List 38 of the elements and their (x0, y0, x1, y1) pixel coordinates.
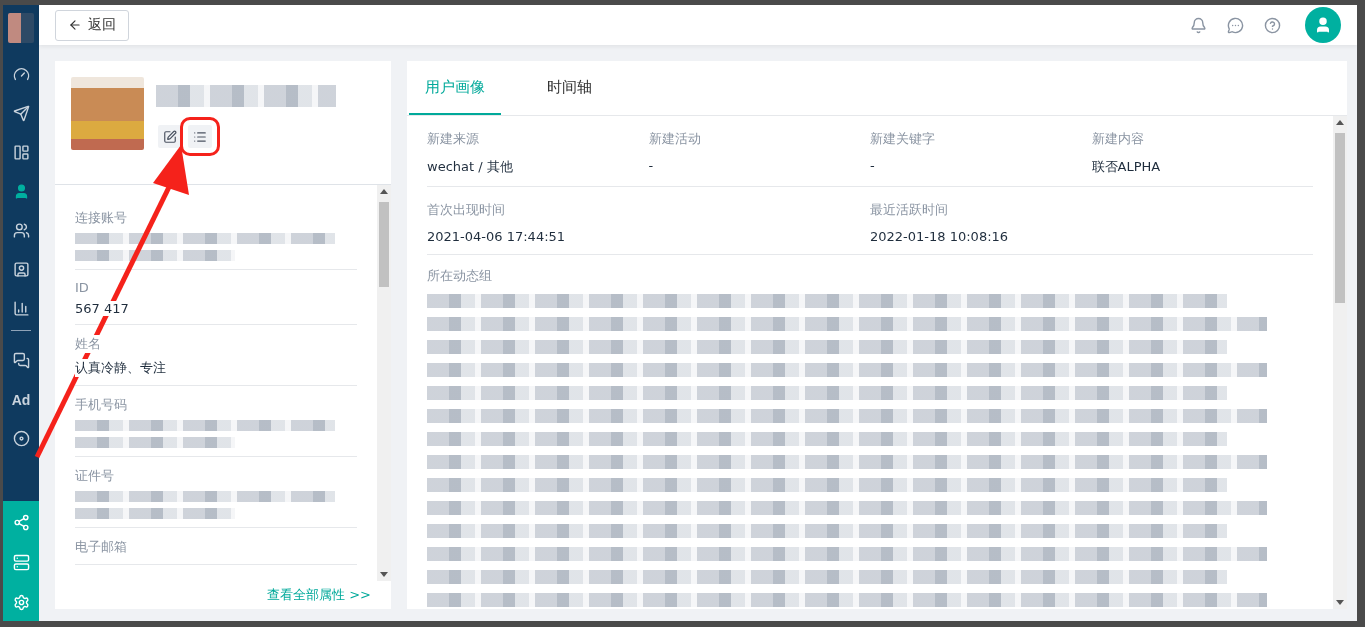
field-label: ID (75, 280, 89, 295)
scrollbar-thumb[interactable] (1335, 133, 1345, 303)
help-icon[interactable] (1264, 16, 1281, 34)
edit-icon (163, 129, 177, 144)
detail-label: 首次出现时间 (427, 201, 505, 219)
detail-value: 2022-01-18 10:08:16 (870, 229, 1009, 244)
chat-bubble-icon[interactable] (1227, 16, 1244, 34)
detail-value: wechat / 其他 (427, 158, 513, 176)
detail-value: 联否ALPHA (1091, 158, 1161, 176)
field-value: 567 417 (75, 301, 129, 316)
edit-button[interactable] (158, 125, 182, 148)
detail-label: 所在动态组 (427, 267, 492, 285)
scroll-up-icon[interactable] (380, 189, 388, 194)
tab[interactable]: 时间轴 (531, 61, 608, 115)
scrollbar[interactable] (1333, 116, 1347, 609)
detail-value: 2021-04-06 17:44:51 (427, 229, 566, 244)
field-label: 姓名 (75, 335, 101, 353)
field-label: 电子邮箱 (75, 538, 127, 556)
ad-nav-item[interactable]: Ad (3, 380, 39, 419)
logo-placeholder (8, 13, 34, 43)
scrollbar-thumb[interactable] (379, 202, 389, 287)
scroll-down-icon[interactable] (1336, 600, 1344, 605)
back-button[interactable]: 返回 (55, 9, 129, 41)
scroll-down-icon[interactable] (380, 572, 388, 577)
field-label: 手机号码 (75, 396, 127, 414)
detail-label: 新建内容 (1091, 130, 1144, 148)
field-label: 证件号 (75, 467, 114, 485)
field-label: 连接账号 (75, 209, 127, 227)
scrollbar[interactable] (377, 185, 391, 581)
notification-bell-icon[interactable] (1190, 16, 1207, 34)
detail-label: 新建关键字 (870, 130, 935, 148)
detail-label: 新建活动 (648, 130, 701, 148)
field-value: 认真冷静、专注 (75, 359, 166, 377)
detail-label: 最近活跃时间 (870, 201, 948, 219)
user-avatar[interactable] (1305, 7, 1341, 43)
detail-label: 新建来源 (427, 130, 479, 148)
list-icon (193, 129, 207, 144)
scroll-up-icon[interactable] (1336, 120, 1344, 125)
